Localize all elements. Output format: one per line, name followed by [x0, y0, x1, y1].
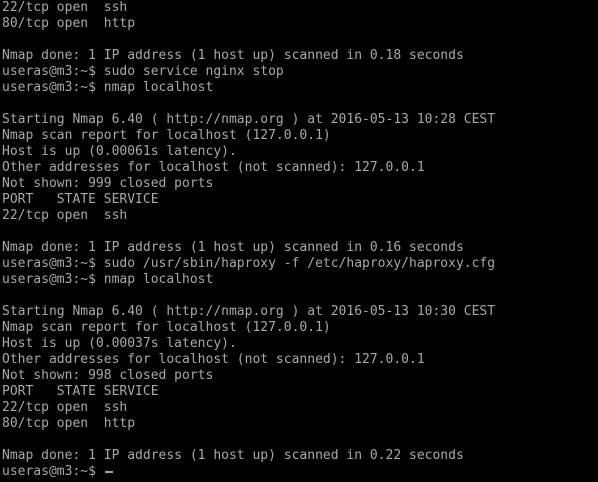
terminal-line: 22/tcp open ssh: [2, 400, 128, 415]
terminal-line: Nmap done: 1 IP address (1 host up) scan…: [2, 48, 464, 63]
terminal-line: Starting Nmap 6.40 ( http://nmap.org ) a…: [2, 112, 496, 127]
terminal-output: 22/tcp open ssh 80/tcp open http Nmap done…: [2, 0, 598, 464]
terminal-line: useras@m3:~$ nmap localhost: [2, 272, 214, 287]
cursor-icon: [104, 471, 113, 473]
terminal-line: Not shown: 999 closed ports: [2, 176, 214, 191]
terminal-line: 22/tcp open ssh: [2, 0, 128, 15]
terminal-line: Not shown: 998 closed ports: [2, 368, 214, 383]
terminal-line: Host is up (0.00061s latency).: [2, 144, 237, 159]
terminal-line: Host is up (0.00037s latency).: [2, 336, 237, 351]
terminal-line: PORT STATE SERVICE: [2, 192, 159, 207]
terminal-line: Nmap done: 1 IP address (1 host up) scan…: [2, 240, 464, 255]
terminal-line: useras@m3:~$ nmap localhost: [2, 80, 214, 95]
terminal-line: Nmap scan report for localhost (127.0.0.…: [2, 128, 331, 143]
terminal-window[interactable]: 22/tcp open ssh 80/tcp open http Nmap done…: [0, 0, 598, 482]
terminal-line: Starting Nmap 6.40 ( http://nmap.org ) a…: [2, 304, 496, 319]
terminal-line: 80/tcp open http: [2, 16, 136, 31]
terminal-line: Other addresses for localhost (not scann…: [2, 352, 425, 367]
terminal-line: Other addresses for localhost (not scann…: [2, 160, 425, 175]
terminal-prompt-row[interactable]: useras@m3:~$: [2, 464, 598, 480]
terminal-line: useras@m3:~$ sudo /usr/sbin/haproxy -f /…: [2, 256, 496, 271]
terminal-line: 80/tcp open http: [2, 416, 136, 431]
terminal-line: 22/tcp open ssh: [2, 208, 128, 223]
current-prompt: useras@m3:~$: [2, 464, 104, 479]
terminal-line: Nmap done: 1 IP address (1 host up) scan…: [2, 448, 464, 463]
terminal-line: useras@m3:~$ sudo service nginx stop: [2, 64, 284, 79]
terminal-line: Nmap scan report for localhost (127.0.0.…: [2, 320, 331, 335]
terminal-line: PORT STATE SERVICE: [2, 384, 159, 399]
